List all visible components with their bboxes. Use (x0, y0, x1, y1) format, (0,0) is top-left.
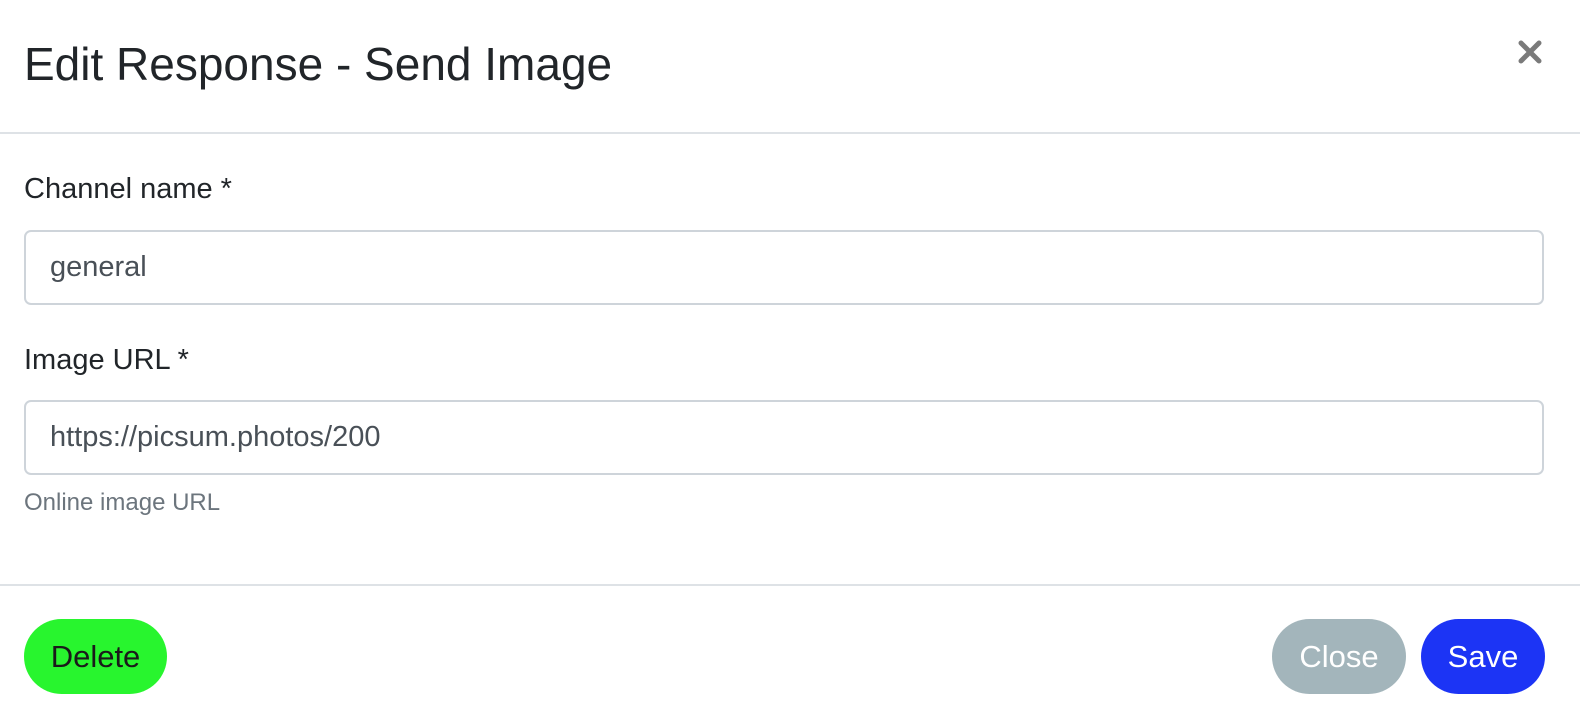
channel-name-input[interactable] (24, 230, 1544, 305)
save-button[interactable]: Save (1421, 619, 1545, 694)
edit-response-modal: Edit Response - Send Image Channel name … (0, 0, 1580, 726)
channel-name-label: Channel name * (24, 173, 232, 205)
footer-divider (0, 584, 1580, 586)
delete-button[interactable]: Delete (24, 619, 167, 694)
times-icon (1518, 40, 1542, 64)
close-button[interactable]: Close (1272, 619, 1406, 694)
image-url-label: Image URL * (24, 344, 189, 376)
modal-title: Edit Response - Send Image (24, 38, 613, 90)
image-url-help-text: Online image URL (24, 489, 221, 516)
modal-header: Edit Response - Send Image (0, 0, 1580, 134)
image-url-input[interactable] (24, 400, 1544, 475)
close-icon[interactable] (1510, 32, 1550, 72)
